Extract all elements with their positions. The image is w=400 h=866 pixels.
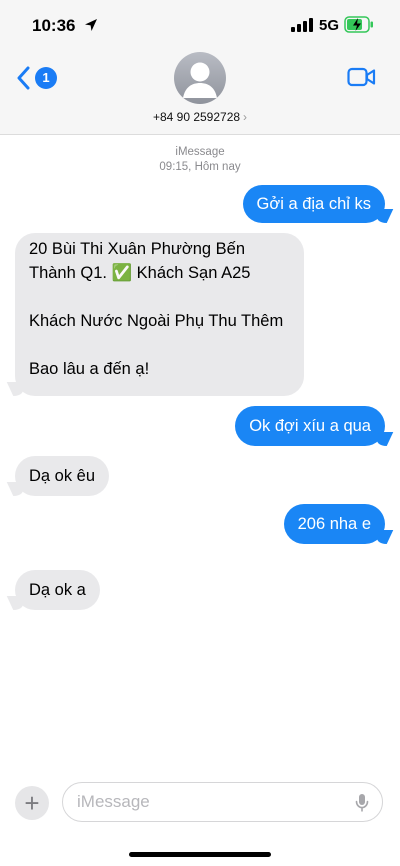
status-time: 10:36: [32, 16, 76, 35]
message-text: Bao lâu a đến ạ!: [29, 360, 150, 378]
message-text: 20 Bùi Thi Xuân Phường Bến: [29, 240, 246, 258]
message-spacer: [29, 285, 290, 309]
home-indicator[interactable]: [129, 852, 271, 857]
chevron-right-icon: ›: [243, 110, 248, 124]
video-camera-icon[interactable]: [347, 66, 376, 88]
apps-plus-button[interactable]: +: [15, 786, 49, 820]
message-bubble-incoming[interactable]: Dạ ok êu: [15, 456, 110, 496]
message-bubble-outgoing[interactable]: Ok đợi xíu a qua: [235, 406, 385, 446]
cellular-signal-icon: [291, 18, 313, 32]
battery-charging-icon: [344, 16, 373, 33]
unread-badge: 1: [35, 67, 57, 89]
network-type: 5G: [319, 17, 340, 34]
message-text: 206 nha e: [297, 515, 371, 533]
chevron-left-icon: [17, 66, 30, 90]
thread-timestamp: 09:15, Hôm nay: [159, 161, 241, 173]
message-bubble-incoming[interactable]: Dạ ok a: [15, 570, 100, 610]
service-label: iMessage: [175, 146, 225, 158]
message-text: Dạ ok êu: [29, 467, 96, 485]
message-text: Ok đợi xíu a qua: [249, 417, 371, 435]
message-text: Thành Q1. ✅ Khách Sạn A25: [29, 264, 251, 282]
message-input[interactable]: [62, 782, 383, 822]
contact-avatar[interactable]: [174, 52, 226, 104]
message-bubble-outgoing[interactable]: Gởi a địa chỉ ks: [242, 185, 385, 223]
message-text: Khách Nước Ngoài Phụ Thu Thêm: [29, 312, 284, 330]
back-button[interactable]: 1: [14, 62, 57, 94]
message-text: Gởi a địa chỉ ks: [256, 195, 371, 213]
message-spacer: [29, 333, 290, 357]
person-icon: [183, 62, 217, 98]
contact-number: +84 90 2592728: [152, 110, 241, 124]
plus-icon: +: [24, 788, 40, 818]
status-bar: 10:36 5G: [0, 0, 400, 50]
conversation-header: 10:36 5G 1 +84 90 2592728 ›: [0, 0, 400, 135]
microphone-icon[interactable]: [355, 793, 369, 813]
contact-name-button[interactable]: +84 90 2592728 ›: [0, 110, 400, 124]
message-bubble-incoming[interactable]: 20 Bùi Thi Xuân Phường Bến Thành Q1. ✅ K…: [15, 233, 304, 396]
message-bubble-outgoing[interactable]: 206 nha e: [283, 504, 385, 544]
location-arrow-icon: [85, 19, 97, 31]
message-text: Dạ ok a: [29, 581, 86, 599]
